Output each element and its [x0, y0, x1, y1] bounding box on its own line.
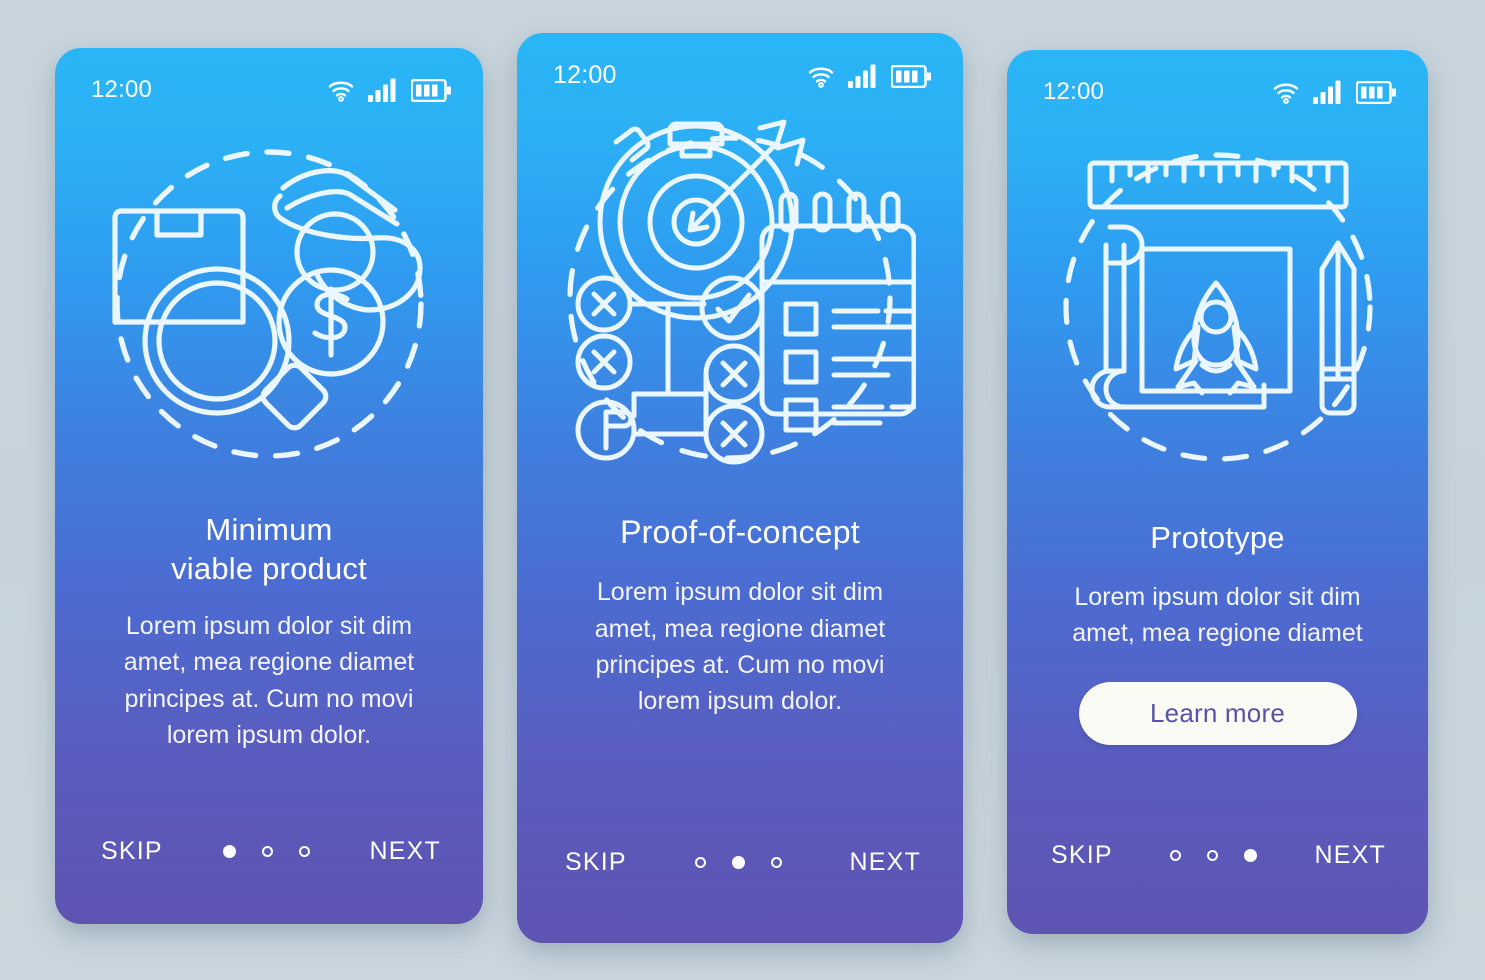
next-button[interactable]: NEXT — [848, 844, 923, 881]
page-description: Lorem ipsum dolor sit dim amet, mea regi… — [1072, 583, 1363, 648]
pagination-dot-3[interactable] — [298, 846, 310, 857]
pagination-dot-2[interactable] — [731, 856, 745, 869]
page-title: Minimum viable product — [171, 512, 367, 587]
pagination-dot-1[interactable] — [694, 857, 706, 868]
pagination-dots — [222, 845, 310, 858]
page-title: Prototype — [1150, 520, 1285, 555]
page-title: Proof-of-concept — [620, 514, 860, 550]
illustration-box-magnifier-money-hand — [55, 102, 483, 486]
onboarding-screen-minimum-viable-product: 12:00 Minimum viable product Lorem ipsum… — [55, 48, 483, 924]
screen-content: Minimum viable product Lorem ipsum dolor… — [55, 486, 483, 833]
status-bar-icons — [1272, 80, 1396, 104]
bottom-navigation: SKIP NEXT — [1007, 837, 1428, 874]
status-bar-icons — [327, 78, 451, 102]
screen-content: Prototype Lorem ipsum dolor sit dim amet… — [1007, 490, 1428, 837]
screens-stage: 12:00 Minimum viable product Lorem ipsum… — [0, 0, 1485, 980]
signal-bars-icon — [1313, 80, 1343, 104]
screen-content: Proof-of-concept Lorem ipsum dolor sit d… — [517, 486, 963, 844]
wifi-icon — [1272, 80, 1300, 104]
pagination-dot-2[interactable] — [1207, 850, 1219, 861]
onboarding-screen-prototype: 12:00 Prototype Lorem ipsum dolor sit di… — [1007, 50, 1428, 934]
illustration-ruler-blueprint-rocket-pencil — [1007, 104, 1428, 490]
pagination-dot-1[interactable] — [1170, 850, 1182, 861]
wifi-icon — [327, 78, 355, 102]
status-bar: 12:00 — [55, 48, 483, 102]
battery-icon — [411, 79, 451, 102]
page-description: Lorem ipsum dolor sit dim amet, mea regi… — [123, 612, 415, 749]
pagination-dot-1[interactable] — [222, 845, 236, 858]
signal-bars-icon — [848, 64, 878, 88]
page-description: Lorem ipsum dolor sit dim amet, mea regi… — [594, 578, 886, 716]
status-bar-clock: 12:00 — [553, 61, 617, 89]
pagination-dot-2[interactable] — [261, 846, 273, 857]
next-button[interactable]: NEXT — [1313, 837, 1388, 874]
status-bar-icons — [807, 64, 931, 88]
illustration-stopwatch-target-flowchart-notepad — [517, 88, 963, 486]
onboarding-screen-proof-of-concept: 12:00 Proof-of-concept Lorem ipsum dolor… — [517, 33, 963, 943]
next-button[interactable]: NEXT — [368, 833, 443, 870]
pagination-dot-3[interactable] — [770, 857, 782, 868]
skip-button[interactable]: SKIP — [563, 844, 629, 881]
bottom-navigation: SKIP NEXT — [55, 833, 483, 870]
skip-button[interactable]: SKIP — [99, 833, 165, 870]
status-bar-clock: 12:00 — [91, 76, 153, 103]
status-bar: 12:00 — [1007, 50, 1428, 104]
status-bar-clock: 12:00 — [1043, 78, 1105, 105]
wifi-icon — [807, 64, 835, 88]
bottom-navigation: SKIP NEXT — [517, 844, 963, 881]
battery-icon — [891, 64, 931, 88]
signal-bars-icon — [368, 78, 398, 102]
skip-button[interactable]: SKIP — [1049, 837, 1115, 874]
pagination-dots — [694, 856, 782, 869]
pagination-dots — [1170, 849, 1258, 862]
status-bar: 12:00 — [517, 33, 963, 88]
learn-more-button[interactable]: Learn more — [1078, 681, 1357, 745]
pagination-dot-3[interactable] — [1244, 849, 1258, 862]
battery-icon — [1356, 81, 1396, 104]
